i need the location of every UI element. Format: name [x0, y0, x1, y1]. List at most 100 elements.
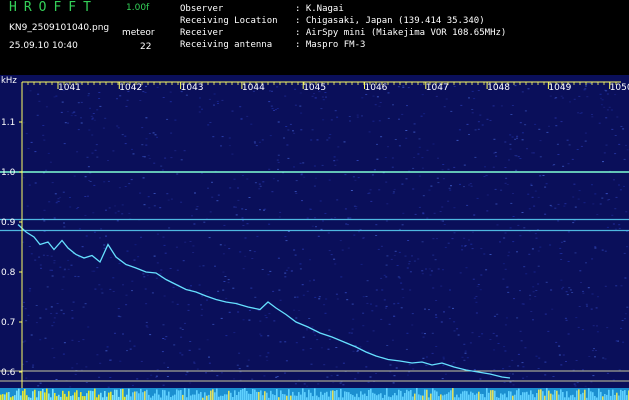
noise-speck	[200, 172, 203, 174]
noise-speck	[69, 197, 71, 198]
noise-speck	[344, 292, 347, 294]
noise-speck	[502, 368, 505, 370]
noise-speck	[411, 324, 414, 326]
noise-speck	[480, 274, 483, 276]
noise-speck	[103, 244, 106, 246]
noise-speck	[271, 108, 274, 110]
bottom-signal-band	[0, 388, 629, 400]
noise-speck	[458, 129, 461, 131]
noise-speck	[101, 292, 104, 294]
noise-speck	[600, 104, 603, 106]
noise-speck	[529, 298, 532, 300]
noise-speck	[299, 92, 302, 94]
bottom-bar	[550, 393, 552, 400]
noise-speck	[145, 117, 148, 119]
noise-speck	[222, 289, 225, 291]
noise-speck	[301, 284, 304, 286]
noise-speck	[98, 376, 101, 378]
noise-speck	[278, 289, 281, 291]
noise-speck	[398, 145, 401, 147]
noise-speck	[544, 313, 547, 315]
bottom-bar	[62, 390, 64, 400]
noise-speck	[595, 307, 598, 309]
noise-speck	[522, 366, 525, 368]
noise-speck	[84, 176, 87, 178]
noise-speck	[375, 373, 377, 374]
noise-speck	[618, 143, 621, 145]
noise-speck	[54, 193, 57, 195]
noise-speck	[580, 112, 583, 114]
noise-speck	[98, 284, 101, 286]
noise-speck	[273, 110, 275, 111]
bottom-bar	[472, 392, 474, 400]
noise-speck	[546, 131, 549, 133]
noise-speck	[311, 95, 314, 97]
noise-speck	[235, 214, 238, 216]
noise-speck	[422, 195, 425, 197]
noise-speck	[267, 335, 270, 337]
noise-speck	[584, 385, 587, 387]
noise-speck	[388, 323, 391, 325]
noise-speck	[125, 105, 128, 107]
noise-speck	[145, 303, 148, 305]
noise-speck	[582, 292, 585, 294]
noise-speck	[418, 206, 421, 208]
noise-speck	[619, 189, 622, 191]
bottom-bar	[288, 389, 290, 400]
noise-speck	[509, 148, 512, 150]
noise-speck	[117, 210, 120, 212]
bottom-bar	[618, 395, 620, 400]
bottom-bar	[558, 394, 560, 400]
noise-speck	[155, 277, 158, 279]
noise-speck	[145, 144, 148, 146]
noise-speck	[592, 203, 595, 205]
noise-speck	[614, 228, 617, 230]
bottom-bar	[388, 396, 390, 400]
bottom-bar	[132, 392, 134, 400]
noise-speck	[579, 270, 582, 272]
noise-speck	[225, 297, 228, 299]
noise-speck	[519, 122, 522, 124]
noise-speck	[285, 240, 288, 242]
bottom-bar	[140, 388, 142, 400]
noise-speck	[167, 366, 169, 368]
info-label: Receiver	[180, 28, 224, 38]
noise-speck	[221, 136, 224, 138]
bottom-bar	[504, 393, 506, 400]
noise-speck	[349, 120, 351, 122]
noise-speck	[493, 138, 496, 140]
noise-speck	[375, 305, 378, 307]
noise-speck	[156, 262, 159, 264]
noise-speck	[27, 148, 30, 149]
noise-speck	[568, 287, 571, 289]
noise-speck	[623, 185, 625, 187]
noise-speck	[114, 212, 117, 214]
noise-speck	[395, 367, 398, 369]
noise-speck	[105, 350, 108, 352]
noise-speck	[464, 350, 467, 352]
noise-speck	[327, 348, 330, 350]
bottom-bar	[324, 392, 326, 400]
noise-speck	[287, 129, 290, 131]
noise-speck	[29, 288, 32, 290]
noise-speck	[145, 85, 147, 87]
noise-speck	[354, 179, 357, 181]
noise-speck	[134, 244, 137, 246]
noise-speck	[583, 202, 586, 204]
noise-speck	[466, 204, 469, 206]
noise-speck	[244, 209, 247, 210]
noise-speck	[574, 252, 577, 254]
noise-speck	[471, 112, 474, 114]
noise-speck	[70, 115, 73, 117]
noise-speck	[567, 231, 570, 233]
noise-speck	[485, 175, 488, 177]
noise-speck	[102, 127, 105, 129]
bottom-bar	[210, 390, 212, 400]
noise-speck	[503, 237, 506, 239]
noise-speck	[408, 364, 411, 366]
noise-speck	[452, 362, 455, 364]
noise-speck	[472, 278, 475, 280]
noise-speck	[414, 213, 417, 215]
noise-speck	[411, 313, 414, 315]
bottom-bar	[600, 391, 602, 400]
